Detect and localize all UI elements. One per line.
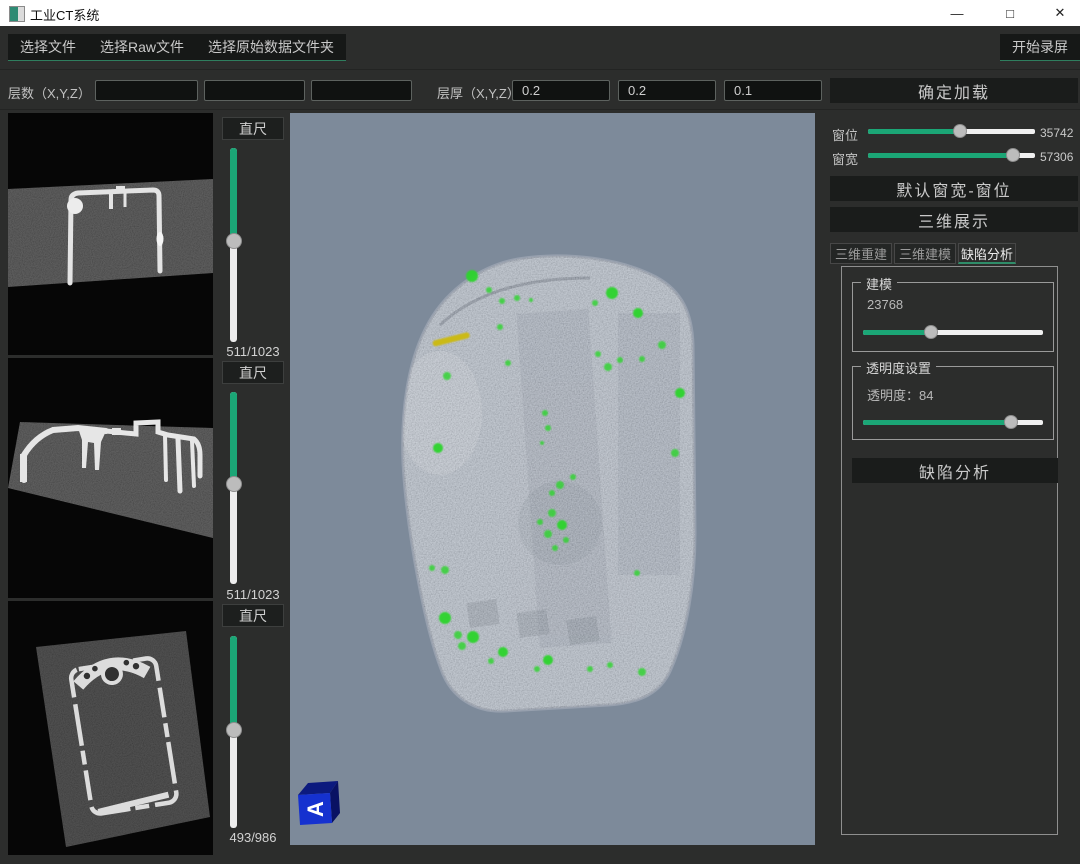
ruler-button-1[interactable]: 直尺 <box>222 117 284 140</box>
app-icon <box>9 6 25 22</box>
modeling-group-title: 建模 <box>861 274 897 293</box>
tab-3d-reconstruction[interactable]: 三维重建 <box>830 243 892 264</box>
defect-analysis-button[interactable]: 缺陷分析 <box>852 458 1058 483</box>
opacity-slider[interactable] <box>863 415 1043 429</box>
slider-handle[interactable] <box>226 722 242 738</box>
file-toolbar: 选择文件 选择Raw文件 选择原始数据文件夹 <box>8 34 346 61</box>
opacity-value-label: 透明度：84 <box>867 385 933 404</box>
show-3d-button[interactable]: 三维展示 <box>830 207 1078 232</box>
title-bar: 工业CT系统 — □ ✕ <box>0 0 1080 26</box>
tab-3d-modeling[interactable]: 三维建模 <box>894 243 956 264</box>
slice-position-3: 493/986 <box>210 830 296 845</box>
divider <box>0 109 1080 110</box>
orientation-cube[interactable]: A <box>298 781 340 825</box>
slice-position-2: 511/1023 <box>210 587 296 602</box>
slice-position-1: 511/1023 <box>210 344 296 359</box>
layers-y-input[interactable] <box>204 80 305 101</box>
window-width-slider[interactable] <box>868 148 1035 162</box>
record-toolbar: 开始录屏 <box>1000 34 1080 61</box>
window-level-label: 窗位 <box>832 125 858 144</box>
layers-x-input[interactable] <box>95 80 198 101</box>
default-wwwl-button[interactable]: 默认窗宽-窗位 <box>830 176 1078 201</box>
thickness-z-input[interactable]: 0.1 <box>724 80 822 101</box>
slider-handle[interactable] <box>226 233 242 249</box>
window-level-value: 35742 <box>1040 126 1080 140</box>
select-file-button[interactable]: 选择文件 <box>8 34 88 60</box>
opacity-group: 透明度设置 透明度：84 <box>852 366 1054 440</box>
viewer-3d[interactable]: A <box>290 113 815 845</box>
slider-handle[interactable] <box>226 476 242 492</box>
select-raw-folder-button[interactable]: 选择原始数据文件夹 <box>196 34 346 60</box>
tab-defect-analysis[interactable]: 缺陷分析 <box>958 243 1016 264</box>
layers-z-input[interactable] <box>311 80 412 101</box>
thickness-y-input[interactable]: 0.2 <box>618 80 716 101</box>
maximize-button[interactable]: □ <box>988 0 1032 26</box>
modeling-value: 23768 <box>867 297 903 312</box>
thickness-x-input[interactable]: 0.2 <box>512 80 610 101</box>
slice-slider-3[interactable] <box>226 636 242 828</box>
slice-view-xy[interactable] <box>8 113 213 355</box>
opacity-group-title: 透明度设置 <box>861 358 936 377</box>
slider-handle[interactable] <box>924 325 938 339</box>
ruler-button-3[interactable]: 直尺 <box>222 604 284 627</box>
modeling-slider[interactable] <box>863 325 1043 339</box>
ruler-button-2[interactable]: 直尺 <box>222 361 284 384</box>
layers-label: 层数（X,Y,Z） <box>8 83 91 102</box>
close-button[interactable]: ✕ <box>1038 0 1080 26</box>
cube-letter: A <box>303 801 328 817</box>
select-raw-file-button[interactable]: 选择Raw文件 <box>88 34 196 60</box>
slider-handle[interactable] <box>1006 148 1020 162</box>
slider-handle[interactable] <box>1004 415 1018 429</box>
slider-handle[interactable] <box>953 124 967 138</box>
window-width-value: 57306 <box>1040 150 1080 164</box>
minimize-button[interactable]: — <box>935 0 979 26</box>
confirm-load-button[interactable]: 确定加载 <box>830 78 1078 103</box>
window-width-label: 窗宽 <box>832 149 858 168</box>
modeling-group: 建模 23768 <box>852 282 1054 352</box>
thickness-label: 层厚（X,Y,Z） <box>437 83 520 102</box>
slice-view-yz[interactable] <box>8 601 213 855</box>
start-record-button[interactable]: 开始录屏 <box>1000 34 1080 60</box>
slice-slider-1[interactable] <box>226 148 242 342</box>
divider <box>0 69 1080 70</box>
slice-slider-2[interactable] <box>226 392 242 584</box>
slice-view-xz[interactable] <box>8 358 213 598</box>
window-level-slider[interactable] <box>868 124 1035 138</box>
window-title: 工业CT系统 <box>30 5 99 24</box>
